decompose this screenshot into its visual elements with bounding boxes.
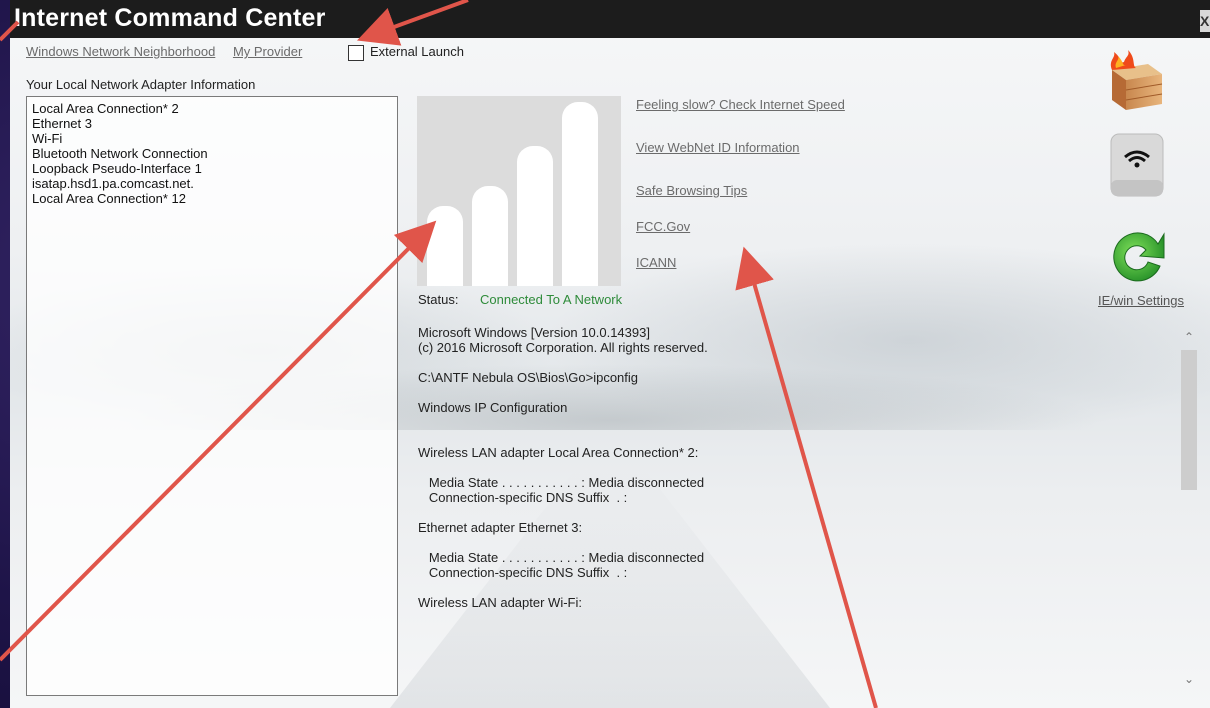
adapter-list[interactable]: Local Area Connection* 2 Ethernet 3 Wi-F… bbox=[26, 96, 398, 696]
status-value: Connected To A Network bbox=[480, 292, 623, 307]
list-item[interactable]: Loopback Pseudo-Interface 1 bbox=[32, 161, 392, 176]
list-item[interactable]: Local Area Connection* 12 bbox=[32, 191, 392, 206]
console-line: Wireless LAN adapter Wi-Fi: bbox=[418, 595, 582, 610]
firewall-icon[interactable] bbox=[1106, 50, 1166, 117]
app-window: Internet Command Center X Windows Networ… bbox=[10, 0, 1210, 708]
webnet-id-link[interactable]: View WebNet ID Information bbox=[636, 140, 800, 155]
console-line: Wireless LAN adapter Local Area Connecti… bbox=[418, 445, 699, 460]
fcc-link[interactable]: FCC.Gov bbox=[636, 219, 690, 234]
signal-strength-graphic bbox=[417, 96, 621, 286]
status-label: Status: bbox=[418, 292, 459, 307]
top-links: Windows Network Neighborhood My Provider bbox=[26, 44, 316, 59]
console-line: (c) 2016 Microsoft Corporation. All righ… bbox=[418, 340, 708, 355]
signal-bar-4 bbox=[562, 102, 598, 286]
list-item[interactable]: Bluetooth Network Connection bbox=[32, 146, 392, 161]
ie-win-settings-link[interactable]: IE/win Settings bbox=[1098, 293, 1184, 308]
icann-link[interactable]: ICANN bbox=[636, 255, 676, 270]
my-provider-link[interactable]: My Provider bbox=[233, 44, 302, 59]
console-line: C:\ANTF Nebula OS\Bios\Go>ipconfig bbox=[418, 370, 639, 385]
external-launch-label: External Launch bbox=[370, 44, 464, 59]
list-item[interactable]: isatap.hsd1.pa.comcast.net. bbox=[32, 176, 392, 191]
console-line: Connection-specific DNS Suffix . : bbox=[418, 490, 628, 505]
console-line: Media State . . . . . . . . . . . : Medi… bbox=[418, 550, 705, 565]
title-bar: Internet Command Center X bbox=[10, 0, 1210, 38]
internet-speed-link[interactable]: Feeling slow? Check Internet Speed bbox=[636, 97, 845, 112]
safe-browsing-link[interactable]: Safe Browsing Tips bbox=[636, 183, 747, 198]
list-item[interactable]: Wi-Fi bbox=[32, 131, 392, 146]
adapter-heading: Your Local Network Adapter Information bbox=[26, 77, 256, 92]
signal-bar-2 bbox=[472, 186, 508, 286]
console-line: Media State . . . . . . . . . . . : Medi… bbox=[418, 475, 705, 490]
scroll-down-icon[interactable]: ⌄ bbox=[1178, 670, 1200, 688]
network-neighborhood-link[interactable]: Windows Network Neighborhood bbox=[26, 44, 215, 59]
wifi-drive-icon[interactable] bbox=[1108, 130, 1166, 205]
external-launch-checkbox[interactable] bbox=[348, 45, 364, 61]
console-line: Microsoft Windows [Version 10.0.14393] bbox=[418, 325, 650, 340]
scroll-up-icon[interactable]: ⌃ bbox=[1178, 328, 1200, 346]
list-item[interactable]: Local Area Connection* 2 bbox=[32, 101, 392, 116]
scroll-thumb[interactable] bbox=[1181, 350, 1197, 490]
refresh-icon[interactable] bbox=[1106, 222, 1170, 293]
signal-bar-3 bbox=[517, 146, 553, 286]
close-button[interactable]: X bbox=[1200, 10, 1210, 32]
console-line: Windows IP Configuration bbox=[418, 400, 568, 415]
list-item[interactable]: Ethernet 3 bbox=[32, 116, 392, 131]
console-output: Microsoft Windows [Version 10.0.14393] (c… bbox=[418, 325, 1178, 610]
signal-bar-1 bbox=[427, 206, 463, 286]
console-scrollbar[interactable]: ⌃ ⌄ bbox=[1178, 328, 1200, 688]
console-line: Connection-specific DNS Suffix . : bbox=[418, 565, 628, 580]
console-line: Ethernet adapter Ethernet 3: bbox=[418, 520, 583, 535]
window-title: Internet Command Center bbox=[14, 4, 326, 32]
